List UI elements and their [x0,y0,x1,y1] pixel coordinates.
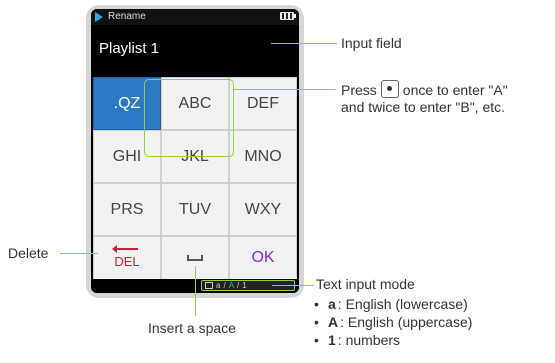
ok-label: OK [251,249,275,266]
space-leader [195,266,196,316]
abc-key-highlight [144,79,234,157]
play-icon [95,12,103,22]
mode-desc: : numbers [337,332,401,348]
back-arrow-icon [111,244,138,253]
insert-space-callout: Insert a space [148,320,236,336]
press-prefix: Press [341,82,377,98]
mode-list-item: • A: English (uppercase) [314,314,473,330]
key-wxy[interactable]: WXY [229,183,297,236]
input-value: Playlist 1 [99,40,160,57]
abc-key-leader [234,89,336,90]
delete-callout: Delete [8,245,49,261]
press-callout: Press once to enter "A" [341,80,508,98]
press-callout-line2: and twice to enter "B", etc. [341,99,506,115]
input-field[interactable]: Playlist 1 [91,25,299,75]
status-title: Rename [108,11,146,22]
key-mno[interactable]: MNO [229,130,297,183]
mode-leader [272,285,314,286]
mode-list-item: • 1: numbers [314,332,401,348]
del-label: DEL [114,253,140,269]
input-field-leader [271,43,337,44]
space-icon [187,255,203,261]
number-mode-icon: 1 [328,332,336,348]
status-bar: Rename [91,9,299,25]
key-def[interactable]: DEF [229,77,297,130]
key-prs[interactable]: PRS [93,183,161,236]
key-tuv[interactable]: TUV [161,183,229,236]
ok-key[interactable]: OK [229,236,297,280]
press-suffix: once to enter "A" [402,82,508,98]
battery-icon [280,12,296,20]
mode-upper: A [228,281,235,290]
input-field-callout: Input field [341,35,402,51]
mode-sep: / [237,281,240,290]
mode-desc: : English (uppercase) [340,314,473,330]
mode-sep: / [223,281,226,290]
mode-lower: a [216,281,221,290]
keyboard-icon [205,282,213,289]
mode-num: 1 [242,281,247,290]
mode-list: • a: English (lowercase) • A: English (upp… [314,295,472,349]
text-input-mode-callout: Text input mode [316,276,415,292]
delete-leader [60,253,98,254]
mode-list-item: • a: English (lowercase) [314,296,468,312]
uppercase-mode-icon: A [328,314,339,330]
mode-desc: : English (lowercase) [337,296,468,312]
select-button-icon [380,80,399,98]
lowercase-mode-icon: a [328,296,336,312]
delete-key[interactable]: DEL [93,236,161,280]
